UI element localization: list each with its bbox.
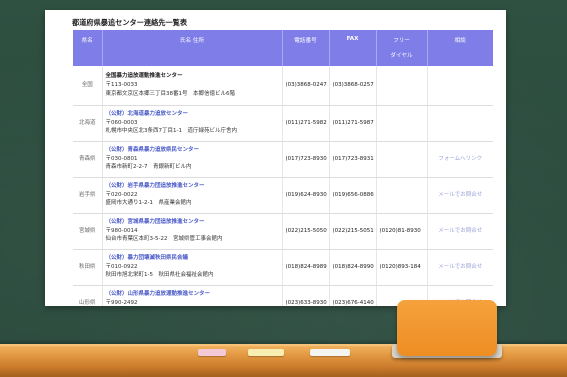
yellow-chalk — [248, 349, 284, 356]
organization-name: 全国暴力追放運動推進センター — [105, 73, 183, 80]
cell-prefecture: 山形県 — [73, 285, 103, 306]
cell-fax: (011)271-5987 — [329, 105, 377, 142]
cell-name-address: （公財）宮城県暴力団追放推進センター 〒980-0014 仙台市青葉区本町3-5-2… — [102, 213, 283, 250]
cell-fax: (019)656-0886 — [329, 177, 377, 214]
cell-prefecture: 青森県 — [73, 141, 103, 178]
postal-code: 〒990-2492 — [105, 299, 138, 306]
pink-chalk — [198, 349, 226, 356]
table-row: 宮城県 （公財）宮城県暴力団追放推進センター 〒980-0014 仙台市青葉区本町3-… — [73, 213, 493, 250]
table-header-row: 県名 氏名 住所 電話番号 FAX フリー ダイヤル 相談 — [73, 30, 493, 66]
cell-prefecture: 宮城県 — [73, 213, 103, 250]
organization-name[interactable]: （公財）山形県暴力追放運動推進センター — [106, 290, 279, 299]
cell-phone: (022)215-5050 — [282, 213, 330, 250]
cell-consult: メールでお問合せ — [427, 177, 493, 214]
postal-code: 〒020-0022 — [105, 191, 138, 198]
address: 仙台市青葉区本町3-5-22 宮城県管工事会館内 — [105, 236, 223, 243]
cell-phone: (011)271-5982 — [282, 105, 330, 142]
cell-fax: (03)3868-0257 — [329, 66, 377, 106]
postal-code: 〒010-0922 — [105, 263, 138, 270]
cell-name-address: （公財）北海道暴力追放センター 〒060-0003 札幌市中央区北3条西7丁目1-1… — [102, 105, 283, 142]
table-row: 北海道 （公財）北海道暴力追放センター 〒060-0003 札幌市中央区北3条西7丁目… — [73, 105, 493, 142]
cell-phone: (018)824-8989 — [282, 249, 330, 286]
consult-link[interactable]: メールでお問合せ — [438, 264, 482, 270]
postal-code: 〒980-0014 — [105, 227, 138, 234]
table-row: 岩手県 （公財）岩手県暴力団追放推進センター 〒020-0022 盛岡市大通り1-2-… — [73, 177, 493, 214]
header-consult: 相談 — [427, 30, 493, 66]
cell-prefecture: 秋田県 — [73, 249, 103, 286]
table-row: 青森県 （公財）青森県暴力追放県民センター 〒030-0801 青森市新町2-2-7 … — [73, 141, 493, 178]
postal-code: 〒113-0033 — [105, 81, 138, 88]
table-row: 秋田県 （公財）暴力団壊滅秋田県民会議 〒010-0922 秋田市旭北栄町1-5 秋田… — [73, 249, 493, 286]
cell-fax: (017)723-8931 — [329, 141, 377, 178]
cell-fax: (018)824-8990 — [329, 249, 377, 286]
cell-name-address: （公財）暴力団壊滅秋田県民会議 〒010-0922 秋田市旭北栄町1-5 秋田県社会… — [102, 249, 283, 286]
cell-consult: フォームへリンク — [427, 141, 493, 178]
cell-name-address: （公財）岩手県暴力団追放推進センター 〒020-0022 盛岡市大通り1-2-1 県… — [102, 177, 283, 214]
postal-code: 〒030-0801 — [105, 155, 138, 162]
cell-consult — [427, 105, 493, 142]
document-sheet: 都道府県暴追センター連絡先一覧表 県名 氏名 住所 電話番号 FAX フリー ダ… — [45, 10, 506, 306]
cell-name-address: （公財）青森県暴力追放県民センター 〒030-0801 青森市新町2-2-7 青銀新… — [102, 141, 283, 178]
cell-prefecture: 北海道 — [73, 105, 103, 142]
cell-phone: (03)3868-0247 — [282, 66, 330, 106]
cell-consult: メールでお問合せ — [427, 249, 493, 286]
address: 東京都文京区本郷三丁目38番1号 本郷信徳ビル6階 — [105, 90, 236, 97]
cell-consult: メールでお問合せ — [427, 213, 493, 250]
table-row: 全国 全国暴力追放運動推進センター 〒113-0033 東京都文京区本郷三丁目38番1… — [73, 66, 493, 106]
header-prefecture: 県名 — [73, 30, 103, 66]
organization-name[interactable]: （公財）宮城県暴力団追放推進センター — [106, 218, 279, 227]
header-freedial-line2: ダイヤル — [390, 53, 413, 59]
white-chalk — [310, 349, 350, 356]
cell-name-address: （公財）山形県暴力追放運動推進センター〒990-2492山形市鉄砲町2-19-6… — [102, 285, 283, 306]
cell-name-address: 全国暴力追放運動推進センター 〒113-0033 東京都文京区本郷三丁目38番1号 … — [102, 66, 283, 106]
address: 札幌市中央区北3条西7丁目1-1 道庁緑苑ビル庁舎内 — [105, 128, 237, 135]
cell-freedial: (0120)81-8930 — [376, 213, 428, 250]
header-freedial-line1: フリー — [393, 38, 410, 44]
cell-phone: (019)624-8930 — [282, 177, 330, 214]
header-name-address: 氏名 住所 — [102, 30, 283, 66]
cell-prefecture: 全国 — [73, 66, 103, 106]
consult-link[interactable]: メールでお問合せ — [438, 192, 482, 198]
contact-table: 県名 氏名 住所 電話番号 FAX フリー ダイヤル 相談 全国 全国暴力追放運動… — [73, 30, 493, 306]
organization-name[interactable]: （公財）北海道暴力追放センター — [106, 110, 279, 119]
cell-freedial: (0120)893-184 — [376, 249, 428, 286]
cell-fax: (022)215-5051 — [329, 213, 377, 250]
cell-freedial — [376, 66, 428, 106]
cell-phone: (023)633-8930 — [282, 285, 330, 306]
cell-phone: (017)723-8930 — [282, 141, 330, 178]
cell-prefecture: 岩手県 — [73, 177, 103, 214]
consult-link[interactable]: フォームへリンク — [438, 156, 482, 162]
cell-fax: (023)676-4140 — [329, 285, 377, 306]
organization-name[interactable]: （公財）暴力団壊滅秋田県民会議 — [106, 254, 279, 263]
consult-link[interactable]: メールでお問合せ — [438, 228, 482, 234]
address: 盛岡市大通り1-2-1 県産業会館内 — [105, 200, 192, 207]
document-title: 都道府県暴追センター連絡先一覧表 — [72, 18, 188, 27]
header-phone: 電話番号 — [282, 30, 330, 66]
organization-name[interactable]: （公財）岩手県暴力団追放推進センター — [106, 182, 279, 191]
cell-freedial — [376, 141, 428, 178]
address: 青森市新町2-2-7 青銀新町ビル内 — [105, 164, 192, 171]
cell-consult — [427, 66, 493, 106]
header-fax: FAX — [329, 30, 377, 66]
cell-freedial — [376, 105, 428, 142]
header-freedial: フリー ダイヤル — [376, 30, 428, 66]
organization-name[interactable]: （公財）青森県暴力追放県民センター — [106, 146, 279, 155]
address: 秋田市旭北栄町1-5 秋田県社会福祉会館内 — [105, 272, 214, 279]
postal-code: 〒060-0003 — [105, 119, 138, 126]
eraser — [397, 300, 497, 356]
cell-freedial — [376, 177, 428, 214]
